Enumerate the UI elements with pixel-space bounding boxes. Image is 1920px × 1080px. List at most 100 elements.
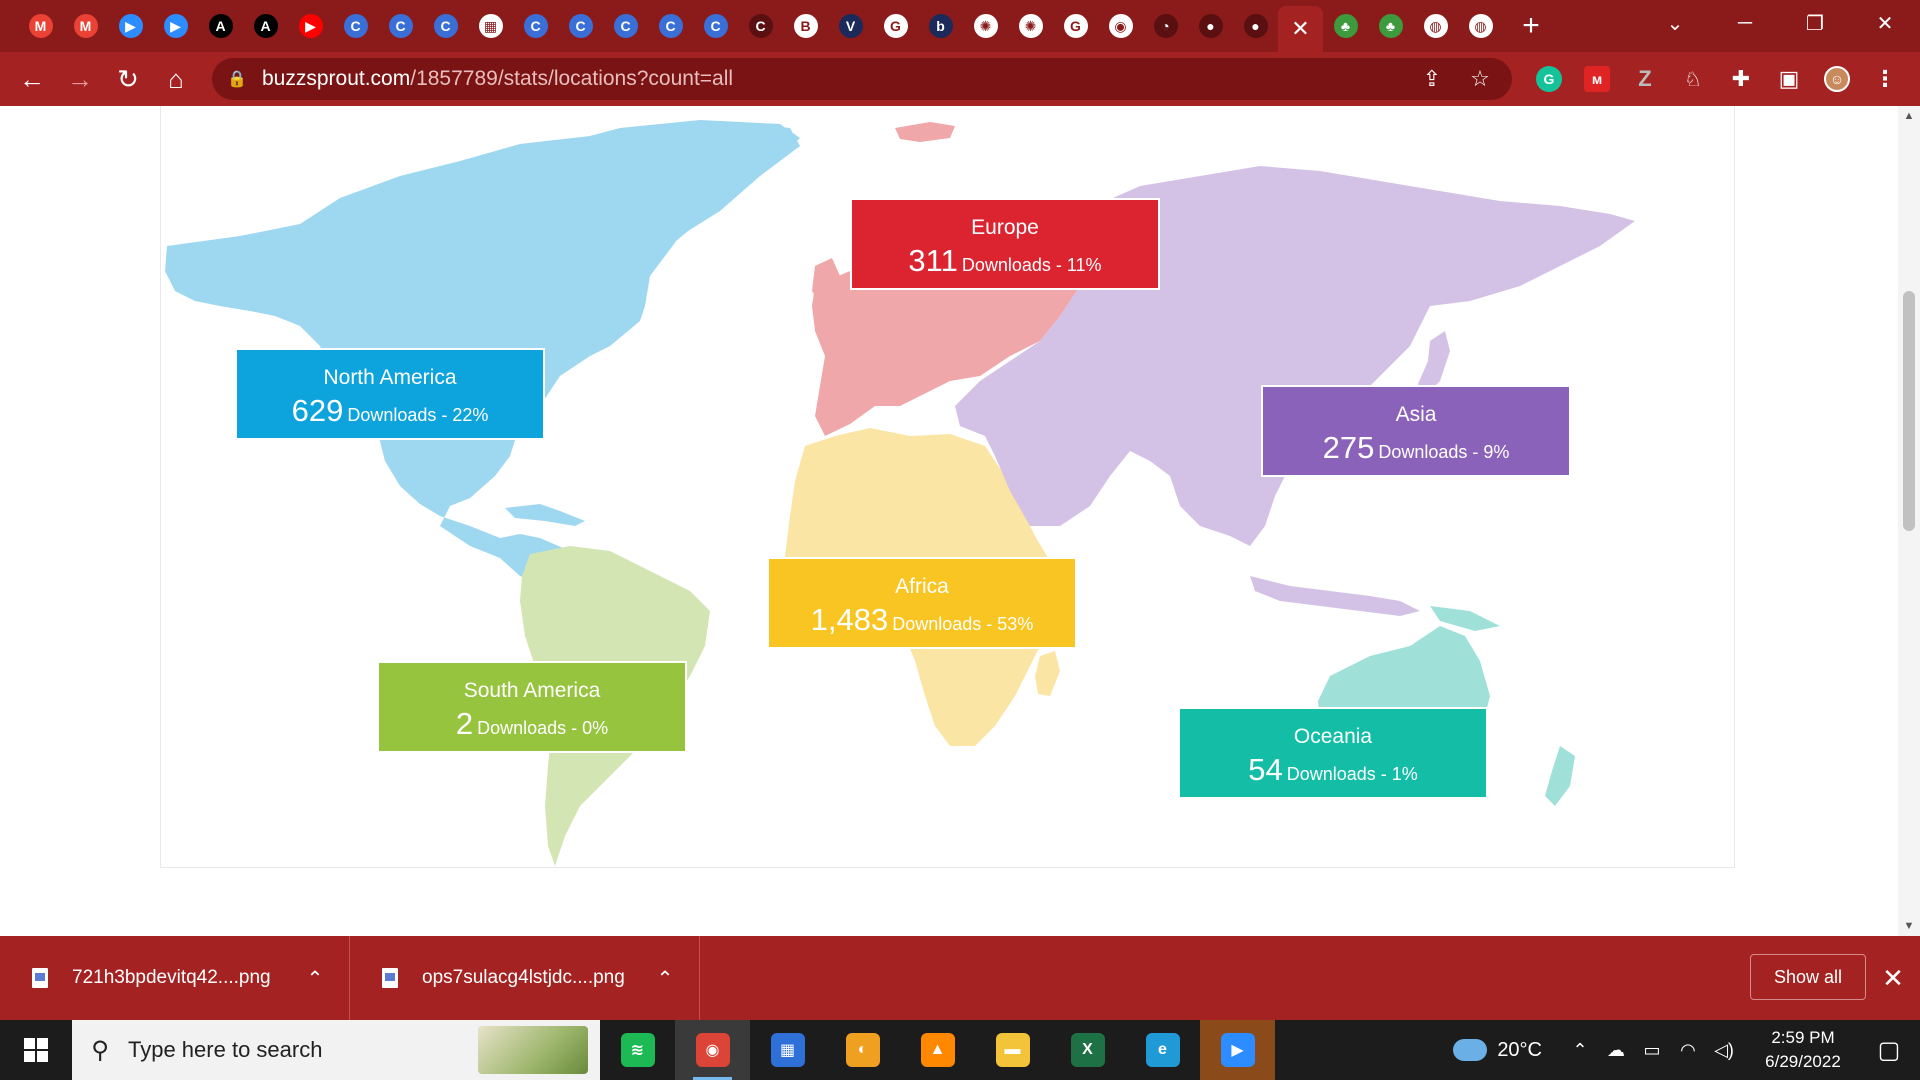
browser-tab[interactable]: C bbox=[738, 5, 783, 47]
reload-button[interactable]: ↻ bbox=[104, 55, 152, 103]
browser-tab[interactable]: ◉ bbox=[1098, 5, 1143, 47]
browser-tab[interactable]: C bbox=[693, 5, 738, 47]
browser-tab[interactable]: ▶ bbox=[288, 5, 333, 47]
browser-tab[interactable]: C bbox=[513, 5, 558, 47]
taskbar-app-excel[interactable]: X bbox=[1050, 1020, 1125, 1080]
extensions-puzzle-icon[interactable]: ✚ bbox=[1717, 55, 1765, 103]
menu-kebab-icon[interactable]: ⋮ bbox=[1861, 55, 1909, 103]
battery-icon[interactable]: ▭ bbox=[1634, 1040, 1670, 1061]
browser-tab[interactable]: A bbox=[243, 5, 288, 47]
close-download-bar-icon[interactable]: ✕ bbox=[1876, 958, 1910, 998]
tab-search-icon[interactable]: ⌄ bbox=[1640, 0, 1710, 46]
region-box-africa[interactable]: Africa 1,483 Downloads - 53% bbox=[767, 557, 1077, 649]
browser-tab[interactable]: G bbox=[873, 5, 918, 47]
zoom-icon: ▶ bbox=[163, 14, 188, 38]
home-button[interactable]: ⌂ bbox=[152, 55, 200, 103]
chevron-up-icon[interactable]: ⌃ bbox=[1562, 1040, 1598, 1061]
browser-tab[interactable]: ● bbox=[1188, 5, 1233, 47]
region-count: 1,483 bbox=[810, 602, 889, 637]
show-all-button[interactable]: Show all bbox=[1750, 954, 1866, 1000]
browser-tab[interactable]: C bbox=[423, 5, 468, 47]
side-panel-icon[interactable]: ▣ bbox=[1765, 55, 1813, 103]
url-text[interactable]: buzzsprout.com/1857789/stats/locations?c… bbox=[262, 67, 733, 91]
minimize-button[interactable]: ─ bbox=[1710, 0, 1780, 46]
browser-tab[interactable]: A bbox=[198, 5, 243, 47]
browser-tab[interactable]: M bbox=[63, 5, 108, 47]
browser-tab[interactable]: ♣ bbox=[1368, 5, 1413, 47]
scroll-up-arrow-icon[interactable]: ▲ bbox=[1898, 110, 1920, 122]
taskbar-app-calendar[interactable]: ▦ bbox=[750, 1020, 825, 1080]
browser-tab[interactable]: ✺ bbox=[1008, 5, 1053, 47]
browser-tab[interactable]: ♣ bbox=[1323, 5, 1368, 47]
browser-tab[interactable]: C bbox=[378, 5, 423, 47]
excel-icon: X bbox=[1070, 1033, 1105, 1067]
browser-tab[interactable]: C bbox=[603, 5, 648, 47]
browser-tab[interactable]: M bbox=[18, 5, 63, 47]
browser-tab[interactable]: ▶ bbox=[108, 5, 153, 47]
page-scrollbar[interactable]: ▲ ▼ bbox=[1898, 106, 1920, 936]
back-button[interactable]: ← bbox=[8, 55, 56, 103]
profile-avatar[interactable]: ☺ bbox=[1813, 55, 1861, 103]
region-box-north-america[interactable]: North America 629 Downloads - 22% bbox=[235, 348, 545, 440]
region-box-europe[interactable]: Europe 311 Downloads - 11% bbox=[850, 198, 1160, 290]
address-bar[interactable]: 🔒 buzzsprout.com/1857789/stats/locations… bbox=[212, 58, 1512, 100]
browser-tab[interactable]: G bbox=[1053, 5, 1098, 47]
browser-tab[interactable]: ▶ bbox=[153, 5, 198, 47]
grammarly-icon[interactable]: G bbox=[1525, 55, 1573, 103]
browser-tab[interactable]: b bbox=[918, 5, 963, 47]
browser-tab[interactable]: B bbox=[783, 5, 828, 47]
browser-tab[interactable]: ◔ bbox=[1143, 5, 1188, 47]
chevron-up-icon[interactable]: ⌃ bbox=[295, 966, 335, 991]
taskbar-app-chrome[interactable]: ◉ bbox=[675, 1020, 750, 1080]
browser-tab[interactable]: ◍ bbox=[1458, 5, 1503, 47]
download-item[interactable]: 721h3bpdevitq42....png ⌃ bbox=[0, 936, 350, 1020]
close-window-button[interactable]: ✕ bbox=[1850, 0, 1920, 46]
windows-start-button[interactable] bbox=[0, 1020, 72, 1080]
browser-tab[interactable]: C bbox=[333, 5, 378, 47]
indonesia-shape bbox=[1250, 576, 1420, 616]
taskbar-app-browser[interactable]: ◐ bbox=[825, 1020, 900, 1080]
region-name: North America bbox=[323, 366, 457, 389]
tab-active[interactable]: ✕ bbox=[1278, 6, 1323, 52]
region-box-asia[interactable]: Asia 275 Downloads - 9% bbox=[1261, 385, 1571, 477]
zotero-icon[interactable]: Z bbox=[1621, 55, 1669, 103]
region-box-south-america[interactable]: South America 2 Downloads - 0% bbox=[377, 661, 687, 753]
browser-tab[interactable]: C bbox=[558, 5, 603, 47]
restore-button[interactable]: ❐ bbox=[1780, 0, 1850, 46]
weather-widget[interactable]: 20°C bbox=[1453, 1039, 1542, 1062]
taskbar-app-zoom[interactable]: ▶ bbox=[1200, 1020, 1275, 1080]
clock[interactable]: 2:59 PM 6/29/2022 bbox=[1748, 1026, 1858, 1074]
taskbar-app-spotify[interactable]: ≋ bbox=[600, 1020, 675, 1080]
download-item[interactable]: ops7sulacg4lstjdc....png ⌃ bbox=[350, 936, 700, 1020]
region-box-oceania[interactable]: Oceania 54 Downloads - 1% bbox=[1178, 707, 1488, 799]
accessibility-icon[interactable]: ♘ bbox=[1669, 55, 1717, 103]
taskbar-search[interactable]: ⚲ Type here to search bbox=[72, 1020, 600, 1080]
scroll-down-arrow-icon[interactable]: ▼ bbox=[1898, 920, 1920, 932]
onedrive-icon[interactable]: ☁ bbox=[1598, 1040, 1634, 1061]
browser-tab[interactable]: ● bbox=[1233, 5, 1278, 47]
browser-tab[interactable]: V bbox=[828, 5, 873, 47]
c-circle-icon: C bbox=[658, 14, 683, 38]
forward-button[interactable]: → bbox=[56, 55, 104, 103]
browser-tab[interactable]: ◍ bbox=[1413, 5, 1458, 47]
google-icon: G bbox=[1063, 14, 1088, 38]
browser-tab[interactable]: C bbox=[648, 5, 693, 47]
browser-tab[interactable]: ✺ bbox=[963, 5, 1008, 47]
volume-icon[interactable]: ◁) bbox=[1706, 1040, 1742, 1061]
bookmark-star-icon[interactable]: ☆ bbox=[1456, 66, 1504, 92]
lock-icon[interactable]: 🔒 bbox=[212, 69, 262, 89]
share-icon[interactable]: ⇪ bbox=[1408, 66, 1456, 92]
taskbar-app-file-explorer[interactable]: ▬ bbox=[975, 1020, 1050, 1080]
github-icon: ● bbox=[1198, 14, 1223, 38]
new-tab-button[interactable]: + bbox=[1509, 5, 1553, 47]
taskbar-app-vlc[interactable]: ▲ bbox=[900, 1020, 975, 1080]
youtube-icon: ▶ bbox=[298, 14, 323, 38]
close-icon[interactable]: ✕ bbox=[1289, 16, 1313, 41]
browser-tab[interactable]: ▦ bbox=[468, 5, 513, 47]
extension-red-icon[interactable]: ᴍ bbox=[1573, 55, 1621, 103]
scroll-thumb[interactable] bbox=[1903, 291, 1915, 531]
notification-icon[interactable]: ▢ bbox=[1858, 1020, 1920, 1080]
taskbar-app-edge[interactable]: e bbox=[1125, 1020, 1200, 1080]
chevron-up-icon[interactable]: ⌃ bbox=[645, 966, 685, 991]
wifi-icon[interactable]: ◠ bbox=[1670, 1040, 1706, 1061]
